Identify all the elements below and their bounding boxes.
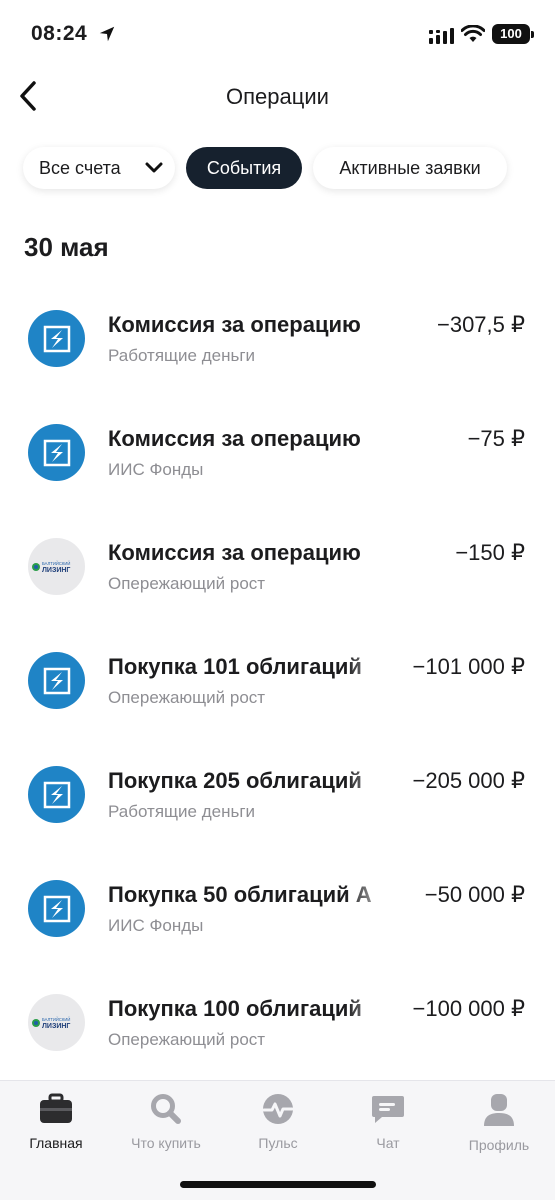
tab-pulse-label: Пульс	[258, 1135, 298, 1151]
operation-row[interactable]: Комиссия за операцию Работящие деньги −3…	[0, 290, 555, 404]
operation-row[interactable]: Комиссия за операцию ИИС Фонды −75 ₽	[0, 404, 555, 518]
brand-logo-icon	[28, 310, 85, 367]
operation-account: ИИС Фонды	[108, 460, 204, 479]
tab-home[interactable]: Главная	[6, 1093, 106, 1151]
tab-chat-label: Чат	[376, 1135, 400, 1151]
brand-logo-icon	[28, 880, 85, 937]
operation-account: ИИС Фонды	[108, 916, 204, 935]
date-header: 30 мая	[24, 232, 109, 262]
operation-amount: −307,5 ₽	[436, 312, 525, 337]
operation-amount: −205 000 ₽	[412, 768, 525, 793]
tab-home-label: Главная	[29, 1135, 83, 1151]
operation-amount: −101 000 ₽	[412, 654, 525, 679]
svg-text:БАЛТИЙСКИЙ: БАЛТИЙСКИЙ	[42, 561, 70, 566]
accounts-filter-dropdown[interactable]: Все счета	[23, 147, 175, 189]
operation-title: Комиссия за операцию	[108, 312, 361, 337]
brand-logo-icon	[28, 424, 85, 481]
tab-what-to-buy-label: Что купить	[131, 1135, 201, 1151]
tab-events[interactable]: События	[186, 147, 302, 189]
operation-amount: −100 000 ₽	[412, 996, 525, 1021]
operation-account: Опережающий рост	[108, 574, 266, 593]
tab-chat[interactable]: Чат	[338, 1093, 438, 1151]
status-time: 08:24	[31, 22, 88, 45]
operation-row[interactable]: Покупка 205 облигаций Работящие деньги −…	[0, 746, 555, 860]
brand-logo-icon	[28, 652, 85, 709]
baltic-leasing-logo-icon: БАЛТИЙСКИЙ ЛИЗИНГ	[28, 994, 85, 1051]
tab-profile[interactable]: Профиль	[449, 1093, 549, 1153]
accounts-filter-label: Все счета	[39, 158, 121, 178]
operation-title: Покупка 100 облигаций	[108, 996, 362, 1021]
pulse-icon	[262, 1094, 294, 1124]
tab-what-to-buy[interactable]: Что купить	[116, 1093, 216, 1151]
operation-title: Комиссия за операцию	[108, 426, 361, 451]
brand-logo-icon	[28, 766, 85, 823]
tab-active-requests[interactable]: Активные заявки	[313, 147, 507, 189]
chat-icon	[372, 1096, 404, 1123]
operation-account: Опережающий рост	[108, 688, 266, 707]
operation-amount: −75 ₽	[467, 426, 525, 451]
svg-text:БАЛТИЙСКИЙ: БАЛТИЙСКИЙ	[42, 1017, 70, 1022]
wifi-icon	[461, 25, 485, 42]
location-arrow-icon	[99, 26, 115, 42]
tab-pulse[interactable]: Пульс	[228, 1093, 328, 1151]
operation-title: Комиссия за операцию	[108, 540, 361, 565]
briefcase-icon	[40, 1093, 72, 1123]
operation-title: Покупка 50 облигаций А	[108, 882, 372, 907]
operation-row[interactable]: Покупка 101 облигаций Опережающий рост −…	[0, 632, 555, 746]
operation-row[interactable]: БАЛТИЙСКИЙ ЛИЗИНГ Покупка 100 облигаций …	[0, 974, 555, 1088]
battery-indicator: 100	[492, 24, 534, 44]
operation-row[interactable]: БАЛТИЙСКИЙ ЛИЗИНГ Комиссия за операцию О…	[0, 518, 555, 632]
cellular-signal-icon	[429, 28, 454, 44]
baltic-leasing-logo-icon: БАЛТИЙСКИЙ ЛИЗИНГ	[28, 538, 85, 595]
operation-title: Покупка 205 облигаций	[108, 768, 362, 793]
operations-list: Комиссия за операцию Работящие деньги −3…	[0, 290, 555, 1088]
operation-account: Опережающий рост	[108, 1030, 266, 1049]
operation-account: Работящие деньги	[108, 346, 256, 365]
operation-amount: −150 ₽	[455, 540, 525, 565]
home-indicator	[180, 1181, 376, 1188]
operation-amount: −50 000 ₽	[424, 882, 525, 907]
svg-text:ЛИЗИНГ: ЛИЗИНГ	[42, 1023, 70, 1030]
page-title: Операции	[226, 84, 329, 109]
status-bar: 08:24 100	[0, 0, 555, 70]
search-icon	[151, 1094, 181, 1124]
tab-profile-label: Профиль	[468, 1137, 530, 1153]
svg-text:ЛИЗИНГ: ЛИЗИНГ	[42, 567, 70, 574]
operation-title: Покупка 101 облигаций	[108, 654, 362, 679]
operation-row[interactable]: Покупка 50 облигаций А ИИС Фонды −50 000…	[0, 860, 555, 974]
profile-icon	[484, 1094, 514, 1126]
operation-account: Работящие деньги	[108, 802, 256, 821]
chevron-down-icon	[145, 162, 163, 173]
